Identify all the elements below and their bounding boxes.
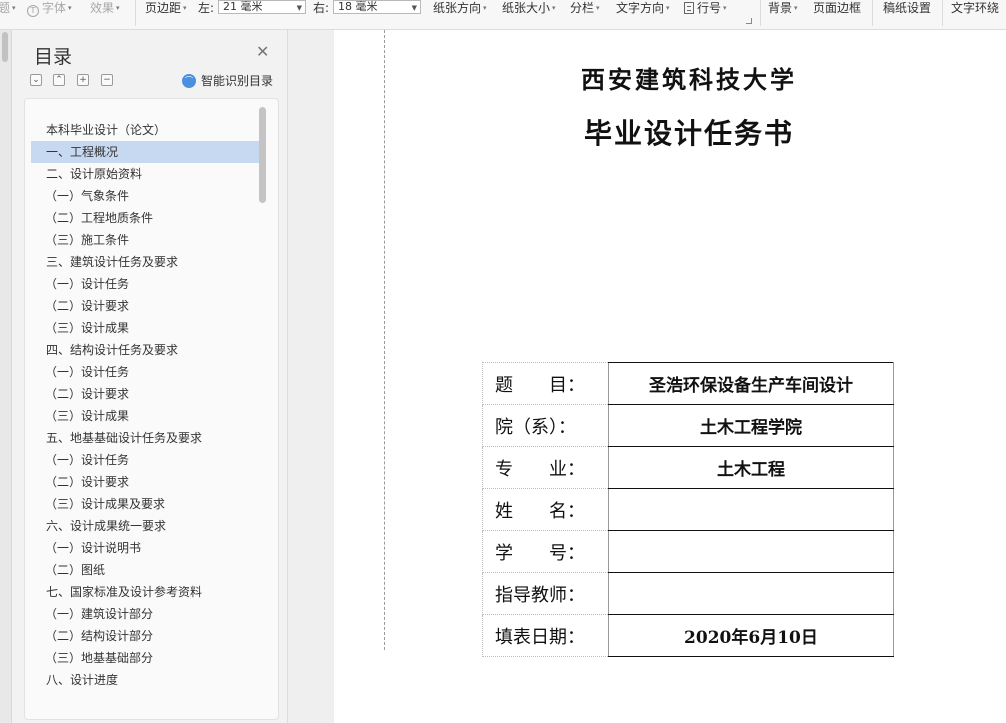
line-numbers-button[interactable]: 行号 ▾ (684, 1, 727, 15)
toc-item[interactable]: 二、设计原始资料 (31, 163, 259, 185)
info-row: 姓 名： (482, 488, 895, 531)
document-canvas: 西安建筑科技大学 毕业设计任务书 题 目： 圣浩环保设备生产车间设计 院（系）： 土木… (288, 30, 1006, 723)
effects-button[interactable]: 效果 ▾ (90, 1, 120, 15)
document-heading: 毕业设计任务书 (583, 117, 794, 150)
info-row: 学 号： (482, 530, 895, 573)
left-edge-scrollbar[interactable] (0, 30, 12, 723)
toc-item[interactable]: （二）设计要求 (31, 295, 259, 317)
toc-item[interactable]: 八、设计进度 (31, 669, 259, 691)
info-label: 指导教师： (482, 572, 609, 615)
toc-item[interactable]: 六、设计成果统一要求 (31, 515, 259, 537)
toc-item[interactable]: （三）设计成果及要求 (31, 493, 259, 515)
info-label: 学 号： (482, 530, 609, 573)
info-label: 院（系）： (482, 404, 609, 447)
info-label: 填表日期： (482, 614, 609, 657)
toc-item[interactable]: （三）地基基础部分 (31, 647, 259, 669)
toc-item[interactable]: （一）气象条件 (31, 185, 259, 207)
smart-recognize-icon[interactable]: ⌒ (182, 74, 196, 88)
info-value[interactable] (607, 530, 895, 573)
manuscript-settings-button[interactable]: 稿纸设置 (883, 1, 931, 15)
dialog-launcher-icon[interactable] (746, 18, 752, 24)
left-margin-input[interactable]: 21 毫米 ▼ (218, 0, 306, 14)
toc-scrollbar-thumb[interactable] (259, 107, 266, 203)
right-margin-label: 右: (313, 1, 330, 15)
dropdown-arrow-icon[interactable]: ▼ (297, 2, 302, 13)
paper-size-button[interactable]: 纸张大小 ▾ (502, 1, 556, 15)
info-value[interactable]: 土木工程 (607, 446, 895, 489)
info-row: 专 业： 土木工程 (482, 446, 895, 489)
toc-item[interactable]: （一）设计任务 (31, 361, 259, 383)
page-margins-button[interactable]: 页边距 ▾ (145, 1, 187, 15)
toolbar-cut-item[interactable]: 题▾ (0, 1, 16, 15)
info-value[interactable] (607, 572, 895, 615)
add-heading-icon[interactable]: + (77, 74, 89, 86)
toc-item[interactable]: （三）施工条件 (31, 229, 259, 251)
toc-item[interactable]: 四、结构设计任务及要求 (31, 339, 259, 361)
info-value[interactable]: 2020年6月10日 (607, 614, 895, 657)
toc-list: 本科毕业设计（论文） 一、工程概况 二、设计原始资料 （一）气象条件 （二）工程地质条件… (24, 98, 279, 720)
info-value[interactable] (607, 488, 895, 531)
toc-item[interactable]: （三）设计成果 (31, 317, 259, 339)
toc-item[interactable]: （一）设计说明书 (31, 537, 259, 559)
document-page[interactable]: 西安建筑科技大学 毕业设计任务书 题 目： 圣浩环保设备生产车间设计 院（系）： 土木… (334, 30, 1006, 723)
toc-item[interactable]: （二）结构设计部分 (31, 625, 259, 647)
info-value[interactable]: 土木工程学院 (607, 404, 895, 447)
toc-item[interactable]: （二）图纸 (31, 559, 259, 581)
orientation-button[interactable]: 纸张方向 ▾ (433, 1, 487, 15)
toolbar-divider (760, 0, 761, 26)
background-button[interactable]: 背景 ▾ (768, 1, 798, 15)
toc-item[interactable]: 七、国家标准及设计参考资料 (31, 581, 259, 603)
columns-button[interactable]: 分栏 ▾ (570, 1, 600, 15)
info-label: 题 目： (482, 362, 609, 405)
info-value[interactable]: 圣浩环保设备生产车间设计 (607, 362, 895, 405)
font-button[interactable]: T 字体 ▾ (27, 1, 72, 17)
toc-item[interactable]: 三、建筑设计任务及要求 (31, 251, 259, 273)
right-margin-input[interactable]: 18 毫米 ▼ (333, 0, 421, 14)
toc-item[interactable]: （一）设计任务 (31, 273, 259, 295)
info-label: 姓 名： (482, 488, 609, 531)
scrollbar-thumb[interactable] (2, 32, 8, 62)
collapse-all-icon[interactable]: ⌃ (53, 74, 65, 86)
info-row: 题 目： 圣浩环保设备生产车间设计 (482, 362, 895, 405)
ribbon-toolbar: 题▾ T字体▾ 效果▾ 页边距▾ 左: 21 毫米▼ 右: 18 毫米▼ 纸张方… (0, 0, 1006, 30)
page-border-button[interactable]: 页面边框 (813, 1, 861, 15)
toc-item[interactable]: （二）工程地质条件 (31, 207, 259, 229)
toc-item[interactable]: （一）设计任务 (31, 449, 259, 471)
toc-item[interactable]: （一）建筑设计部分 (31, 603, 259, 625)
toc-item[interactable]: 一、工程概况 (31, 141, 259, 163)
expand-all-icon[interactable]: ⌄ (30, 74, 42, 86)
info-label: 专 业： (482, 446, 609, 489)
toc-item[interactable]: 五、地基基础设计任务及要求 (31, 427, 259, 449)
info-row: 填表日期： 2020年6月10日 (482, 614, 895, 657)
text-direction-button[interactable]: 文字方向 ▾ (616, 1, 670, 15)
toolbar-divider (942, 0, 943, 26)
toc-item[interactable]: （三）设计成果 (31, 405, 259, 427)
toc-item[interactable]: （二）设计要求 (31, 471, 259, 493)
toc-panel: 目录 ✕ ⌄ ⌃ + − ⌒ 智能识别目录 本科毕业设计（论文） 一、工程概况 二、… (12, 30, 288, 723)
school-name: 西安建筑科技大学 (581, 65, 797, 94)
left-margin-label: 左: (198, 1, 215, 15)
toc-item[interactable]: （二）设计要求 (31, 383, 259, 405)
toc-title: 目录 (34, 46, 73, 68)
info-row: 院（系）： 土木工程学院 (482, 404, 895, 447)
toolbar-divider (872, 0, 873, 26)
info-row: 指导教师： (482, 572, 895, 615)
info-table: 题 目： 圣浩环保设备生产车间设计 院（系）： 土木工程学院专 业： 土木工程姓 名：学… (482, 362, 895, 657)
text-wrap-button[interactable]: 文字环绕 (951, 1, 999, 15)
remove-heading-icon[interactable]: − (101, 74, 113, 86)
line-numbers-icon (684, 2, 694, 14)
font-icon: T (27, 5, 39, 17)
toolbar-divider (135, 0, 136, 26)
dropdown-arrow-icon[interactable]: ▼ (412, 2, 417, 13)
close-icon[interactable]: ✕ (256, 44, 269, 60)
toc-item[interactable]: 本科毕业设计（论文） (31, 119, 259, 141)
smart-recognize-toc-button[interactable]: 智能识别目录 (201, 74, 273, 88)
